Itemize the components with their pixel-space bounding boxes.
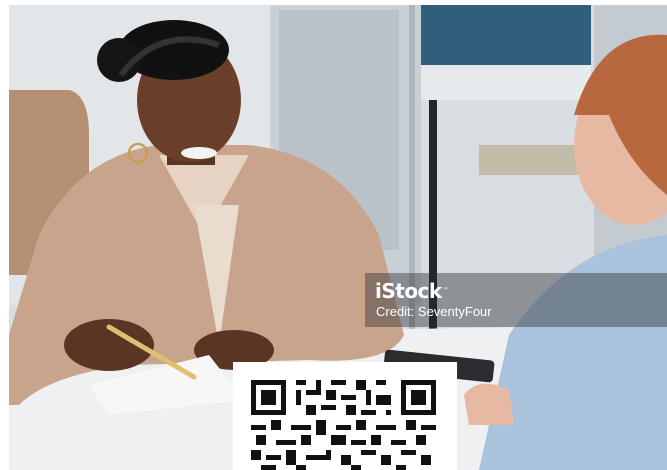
istock-brand-text: iStock — [375, 279, 442, 303]
qr-code-icon[interactable] — [251, 380, 441, 470]
qr-code-panel[interactable] — [233, 362, 457, 470]
photo-credit: Credit: SeventyFour — [376, 304, 492, 319]
istock-logo: iStock™ — [375, 279, 449, 303]
trademark-symbol: ™ — [442, 287, 449, 294]
istock-watermark: iStock™ Credit: SeventyFour — [365, 273, 667, 327]
